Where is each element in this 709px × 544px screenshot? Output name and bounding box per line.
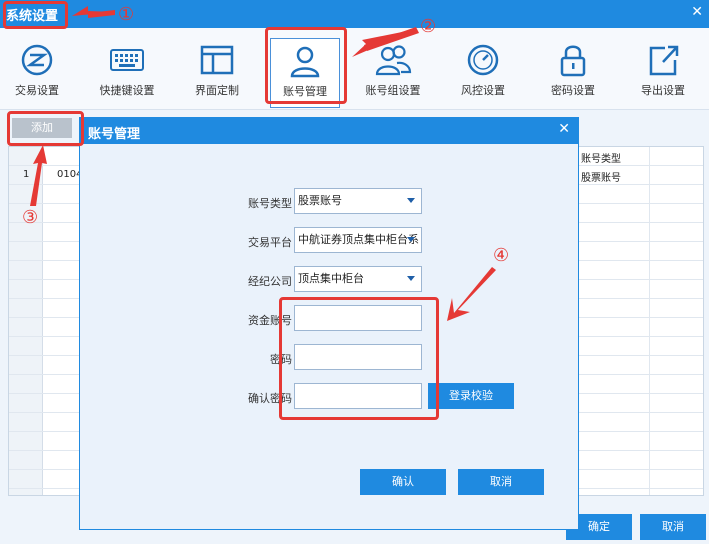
annotation-arrows [30,6,496,321]
annotation-arrow-3 [30,145,47,206]
annotation-arrow-4 [447,267,496,321]
settings-window: 系统设置 ✕ 交易设置 快捷键设置 界面定制 账号管理 账号组设置 风控设置 密… [0,0,709,544]
